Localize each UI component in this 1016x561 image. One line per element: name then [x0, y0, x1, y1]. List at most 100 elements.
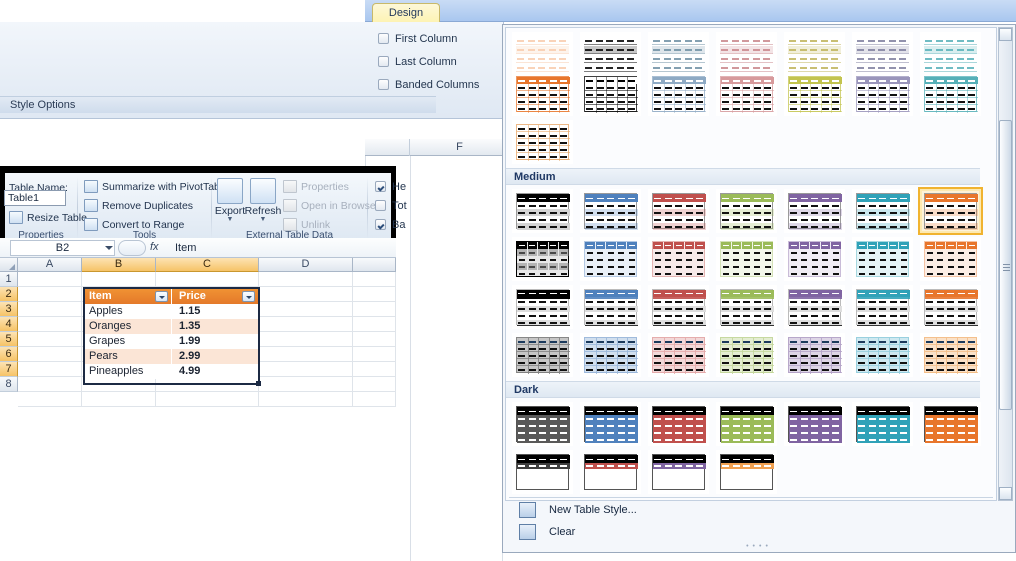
table-style-swatch[interactable]: [580, 402, 641, 446]
background-column-header-cell[interactable]: [365, 139, 410, 156]
table-style-swatch[interactable]: [716, 237, 777, 281]
table-style-swatch[interactable]: [784, 189, 845, 233]
select-all-corner-button[interactable]: [0, 258, 18, 272]
table-style-swatch[interactable]: [648, 402, 709, 446]
table-style-swatch[interactable]: [716, 72, 777, 116]
checkbox-header-row[interactable]: He: [375, 181, 406, 193]
table-style-swatch[interactable]: [648, 189, 709, 233]
button-summarize-with-pivottable[interactable]: Summarize with PivotTable: [84, 180, 228, 194]
background-column-header-f[interactable]: F: [410, 139, 510, 156]
grid-cell[interactable]: [353, 362, 396, 377]
grid-cell[interactable]: [259, 377, 353, 392]
table-row[interactable]: Pears 2.99: [85, 349, 258, 364]
table-style-swatch[interactable]: [852, 189, 913, 233]
column-header-c[interactable]: C: [156, 258, 259, 272]
column-header-d[interactable]: D: [259, 258, 353, 272]
table-style-swatch[interactable]: [512, 285, 573, 329]
row-header-2[interactable]: 2: [0, 287, 18, 302]
table-style-swatch[interactable]: [716, 402, 777, 446]
table-row[interactable]: Apples 1.15: [85, 304, 258, 319]
table-name-input[interactable]: [4, 190, 66, 206]
table-cell-price[interactable]: 2.99: [173, 349, 258, 364]
grid-cell[interactable]: [353, 332, 396, 347]
table-style-swatch-selected[interactable]: [918, 187, 983, 235]
table-cell-item[interactable]: Oranges: [85, 319, 172, 334]
formula-bar-buttons[interactable]: [118, 240, 146, 256]
grid-cell[interactable]: [353, 272, 396, 287]
grid-cell[interactable]: [259, 332, 353, 347]
grid-cell[interactable]: [18, 347, 82, 362]
gallery-vertical-scrollbar[interactable]: [998, 27, 1013, 501]
grid-cell[interactable]: [18, 332, 82, 347]
grid-cell[interactable]: [82, 272, 156, 287]
table-style-swatch[interactable]: [784, 333, 845, 377]
formula-bar-input[interactable]: Item: [175, 241, 390, 255]
grid-cell[interactable]: [259, 392, 353, 407]
table-cell-item[interactable]: Pineapples: [85, 364, 172, 379]
menu-item-new-table-style[interactable]: New Table Style...: [509, 500, 1009, 521]
table-style-swatch[interactable]: [512, 450, 573, 494]
table-style-swatch[interactable]: [852, 32, 913, 76]
filter-dropdown-icon-item[interactable]: [155, 291, 168, 302]
name-box[interactable]: B2: [10, 240, 115, 256]
button-convert-to-range[interactable]: Convert to Range: [84, 218, 184, 232]
name-box-dropdown-icon[interactable]: [105, 246, 113, 250]
table-row[interactable]: Grapes 1.99: [85, 334, 258, 349]
table-cell-price[interactable]: 1.35: [173, 319, 258, 334]
grid-cell[interactable]: [18, 392, 82, 407]
grid-cell[interactable]: [18, 362, 82, 377]
table-cell-price[interactable]: 4.99: [173, 364, 258, 379]
table-style-swatch[interactable]: [512, 333, 573, 377]
row-header-4[interactable]: 4: [0, 317, 18, 332]
table-style-swatch[interactable]: [784, 285, 845, 329]
table-header-row[interactable]: Item Price: [85, 289, 258, 304]
table-style-swatch[interactable]: [784, 402, 845, 446]
table-style-swatch[interactable]: [580, 333, 641, 377]
checkbox-box-banded-columns[interactable]: [378, 79, 389, 90]
grid-cell[interactable]: [18, 272, 82, 287]
table-style-swatch[interactable]: [852, 402, 913, 446]
grid-cell[interactable]: [353, 347, 396, 362]
row-header-1[interactable]: 1: [0, 272, 18, 287]
checkbox-box-first-column[interactable]: [378, 33, 389, 44]
table-style-swatch[interactable]: [512, 72, 573, 116]
table-style-swatch[interactable]: [580, 189, 641, 233]
table-resize-handle[interactable]: [256, 381, 261, 386]
table-style-swatch[interactable]: [920, 32, 981, 76]
filter-dropdown-icon-price[interactable]: [242, 291, 255, 302]
button-refresh[interactable]: Refresh ▼: [244, 176, 282, 223]
grid-cell[interactable]: [259, 317, 353, 332]
table-style-swatch[interactable]: [648, 285, 709, 329]
row-header-8[interactable]: 8: [0, 377, 18, 392]
menu-item-clear[interactable]: Clear: [509, 522, 1009, 543]
checkbox-banded-columns[interactable]: Banded Columns: [378, 79, 479, 91]
grid-cell[interactable]: [259, 362, 353, 377]
table-row[interactable]: Oranges 1.35: [85, 319, 258, 334]
table-style-swatch[interactable]: [716, 450, 777, 494]
excel-table-table1[interactable]: Item Price Apples 1.15 Oranges 1.35 Grap…: [83, 287, 261, 386]
checkbox-box-banded-rows[interactable]: [375, 219, 386, 230]
table-style-swatch[interactable]: [852, 285, 913, 329]
grid-cell[interactable]: [259, 272, 353, 287]
checkbox-last-column[interactable]: Last Column: [378, 56, 457, 68]
table-style-swatch[interactable]: [648, 72, 709, 116]
table-cell-price[interactable]: 1.99: [173, 334, 258, 349]
table-style-swatch[interactable]: [580, 72, 641, 116]
table-cell-item[interactable]: Apples: [85, 304, 172, 319]
table-style-swatch[interactable]: [716, 189, 777, 233]
grid-cell[interactable]: [18, 377, 82, 392]
checkbox-banded-rows[interactable]: Ba: [375, 219, 405, 231]
grid-cell[interactable]: [353, 317, 396, 332]
table-style-swatch[interactable]: [512, 402, 573, 446]
tab-design[interactable]: Design: [372, 3, 440, 22]
table-style-swatch[interactable]: [512, 120, 573, 164]
table-style-swatch[interactable]: [784, 72, 845, 116]
table-style-swatch[interactable]: [716, 333, 777, 377]
grid-cell[interactable]: [18, 317, 82, 332]
column-header-e[interactable]: [353, 258, 396, 272]
gallery-resize-grip[interactable]: ••••: [503, 543, 1015, 551]
column-header-a[interactable]: A: [18, 258, 82, 272]
grid-cell[interactable]: [353, 302, 396, 317]
grid-cell[interactable]: [18, 302, 82, 317]
table-style-swatch[interactable]: [716, 285, 777, 329]
